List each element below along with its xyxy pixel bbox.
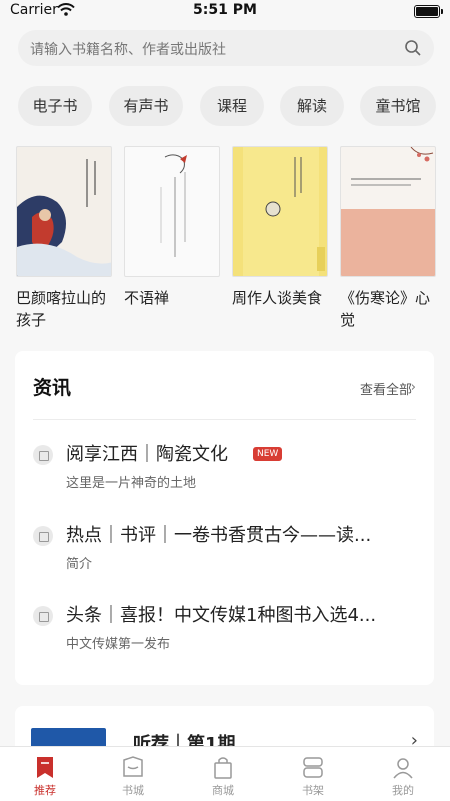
see-all-link[interactable]: 查看全部 bbox=[360, 379, 412, 398]
news-item[interactable]: 阅享江西｜陶瓷文化 NEW 这里是一片神奇的土地 bbox=[15, 440, 434, 500]
tab-bookstore[interactable]: 书城 bbox=[88, 747, 178, 801]
document-icon bbox=[33, 445, 53, 465]
tab-label: 商城 bbox=[212, 784, 234, 797]
news-item-subtitle: 这里是一片神奇的土地 bbox=[66, 476, 197, 491]
news-item[interactable]: 热点｜书评｜一卷书香贯古今——读... 简介 bbox=[15, 521, 434, 581]
bookstore-icon bbox=[123, 756, 143, 777]
search-bar[interactable]: 请输入书籍名称、作者或出版社 bbox=[18, 30, 434, 66]
news-item-subtitle: 中文传媒第一发布 bbox=[66, 637, 171, 652]
divider bbox=[33, 419, 416, 420]
bookshelf-icon bbox=[303, 757, 323, 778]
chip-interpretation[interactable]: 解读 bbox=[280, 86, 344, 126]
book-title: 不语禅 bbox=[124, 289, 170, 307]
new-badge: NEW bbox=[253, 447, 283, 461]
news-item-title: 热点｜书评｜一卷书香贯古今——读... bbox=[66, 525, 372, 546]
battery-icon bbox=[414, 5, 443, 18]
tab-recommend[interactable]: 推荐 bbox=[0, 747, 90, 801]
shopping-bag-icon bbox=[214, 757, 232, 779]
cover-art bbox=[160, 154, 187, 257]
book-title: 巴颜喀拉山的孩子 bbox=[16, 289, 107, 329]
news-heading: 资讯 bbox=[33, 377, 72, 399]
chip-ebook[interactable]: 电子书 bbox=[18, 86, 92, 126]
document-icon bbox=[33, 526, 53, 546]
search-placeholder: 请输入书籍名称、作者或出版社 bbox=[30, 42, 226, 58]
book-card[interactable]: 《伤寒论》心觉 bbox=[340, 146, 436, 331]
book-cover[interactable] bbox=[232, 146, 328, 277]
book-cover[interactable] bbox=[16, 146, 112, 277]
cover-art bbox=[243, 147, 325, 276]
chip-course[interactable]: 课程 bbox=[200, 86, 264, 126]
tab-bar: 推荐 书城 商城 书架 我的 bbox=[0, 746, 450, 801]
status-bar: Carrier 5:51 PM bbox=[0, 0, 450, 24]
user-icon bbox=[393, 758, 413, 779]
book-cover[interactable] bbox=[124, 146, 220, 277]
category-chips: 电子书 有声书 课程 解读 童书馆 bbox=[18, 86, 438, 126]
news-item-subtitle: 简介 bbox=[66, 557, 93, 572]
tab-bookshelf[interactable]: 书架 bbox=[268, 747, 358, 801]
news-item[interactable]: 头条｜喜报！中文传媒1种图书入选4... 中文传媒第一发布 bbox=[15, 601, 434, 661]
chevron-right-icon[interactable]: › bbox=[411, 380, 416, 395]
search-icon[interactable] bbox=[404, 39, 422, 57]
tab-me[interactable]: 我的 bbox=[358, 747, 448, 801]
book-title: 周作人谈美食 bbox=[232, 289, 323, 307]
cover-art bbox=[17, 159, 111, 276]
bookmark-icon bbox=[37, 757, 53, 778]
book-cover[interactable] bbox=[340, 146, 436, 277]
book-carousel: 巴颜喀拉山的孩子 不语禅 周作人谈美食 《伤寒论》心觉 bbox=[16, 146, 436, 336]
book-card[interactable]: 不语禅 bbox=[124, 146, 220, 309]
book-card[interactable]: 周作人谈美食 bbox=[232, 146, 328, 309]
book-card[interactable]: 巴颜喀拉山的孩子 bbox=[16, 146, 112, 331]
tab-label: 书城 bbox=[122, 784, 144, 797]
news-card: 资讯 查看全部 › 阅享江西｜陶瓷文化 NEW 这里是一片神奇的土地 热点｜书评… bbox=[15, 351, 434, 685]
clock: 5:51 PM bbox=[193, 2, 257, 18]
document-icon bbox=[33, 606, 53, 626]
tab-mall[interactable]: 商城 bbox=[178, 747, 268, 801]
book-title: 《伤寒论》心觉 bbox=[340, 289, 431, 329]
news-item-title: 阅享江西｜陶瓷文化 bbox=[66, 444, 228, 465]
tab-label: 书架 bbox=[302, 784, 324, 797]
chip-kids[interactable]: 童书馆 bbox=[360, 86, 436, 126]
tab-label: 推荐 bbox=[34, 784, 56, 797]
tab-label: 我的 bbox=[392, 784, 414, 797]
news-item-title: 头条｜喜报！中文传媒1种图书入选4... bbox=[66, 605, 377, 626]
cover-art bbox=[341, 147, 435, 276]
chip-audiobook[interactable]: 有声书 bbox=[109, 86, 183, 126]
